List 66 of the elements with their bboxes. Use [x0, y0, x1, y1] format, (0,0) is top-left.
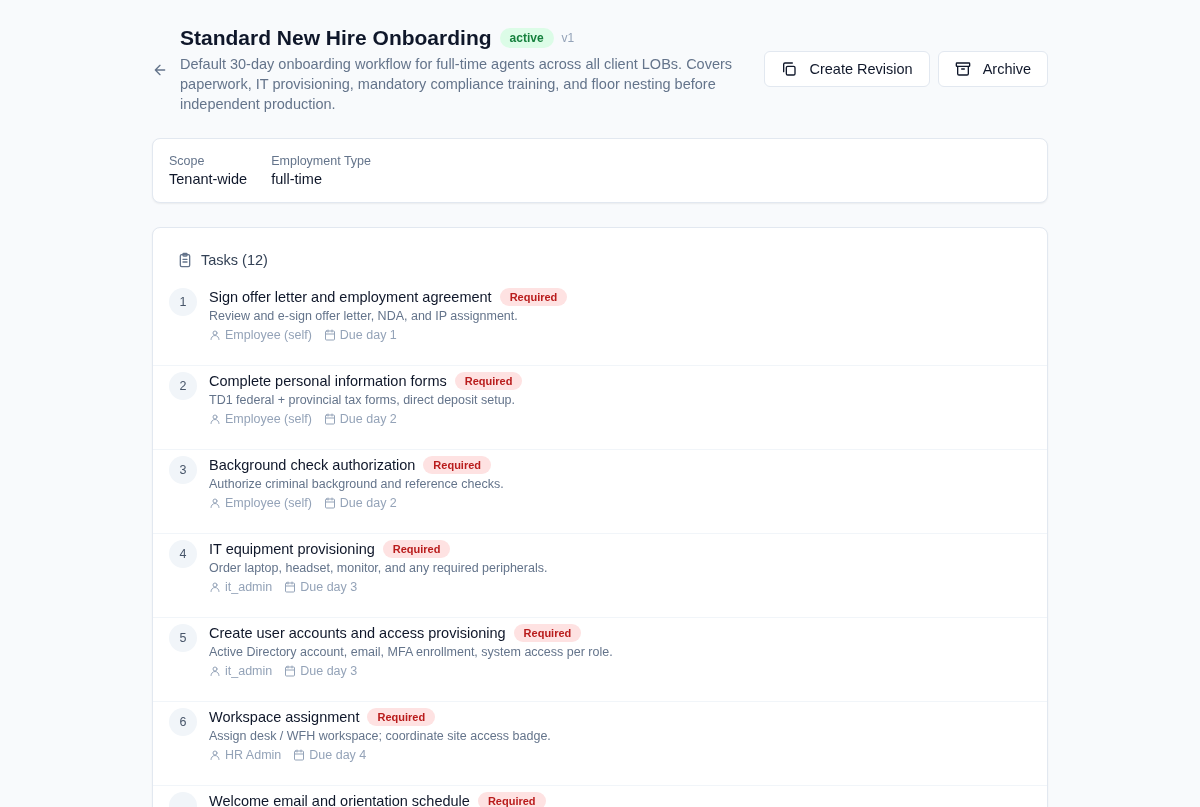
task-title: Workspace assignment [209, 709, 360, 725]
task-number: 2 [169, 372, 197, 400]
person-icon [209, 413, 221, 425]
archive-icon [954, 61, 971, 77]
person-icon [209, 329, 221, 341]
task-number: 6 [169, 708, 197, 736]
task-assignee: it_admin [225, 664, 273, 678]
task-description: TD1 federal + provincial tax forms, direct deposit setup. [209, 393, 517, 407]
required-badge: Required [423, 456, 492, 474]
task-description: Review and e-sign offer letter, NDA, and IP assignment. [209, 309, 519, 323]
task-number: 4 [169, 540, 197, 568]
task-due: Due day 4 [309, 748, 367, 762]
back-button[interactable] [152, 62, 168, 78]
required-badge: Required [454, 372, 523, 390]
required-badge: Required [367, 708, 436, 726]
calendar-icon [284, 581, 297, 593]
calendar-icon [284, 665, 297, 677]
task-description: Assign desk / WFH workspace; coordinate site access badge. [209, 729, 551, 743]
task-assignee: it_admin [225, 580, 273, 594]
create-revision-button[interactable]: Create Revision [764, 51, 930, 87]
status-badge: active [499, 28, 554, 48]
task-number: 5 [169, 624, 197, 652]
person-icon [209, 497, 221, 509]
task-due: Due day 2 [339, 412, 397, 426]
page-title: Standard New Hire Onboarding [180, 26, 492, 50]
tasks-heading: Tasks (12) [201, 252, 268, 268]
archive-button[interactable]: Archive [937, 51, 1048, 87]
copy-icon [781, 61, 798, 77]
task-due: Due day 3 [300, 580, 358, 594]
back-arrow-icon [152, 62, 168, 78]
detail-label: Employment Type [271, 154, 371, 168]
task-due: Due day 2 [339, 496, 397, 510]
person-icon [209, 749, 221, 761]
task-assignee: Employee (self) [225, 496, 312, 510]
person-icon [209, 581, 221, 593]
task-number: 3 [169, 456, 197, 484]
calendar-icon [323, 413, 336, 425]
task-description: Active Directory account, email, MFA enrollment, system access per role. [209, 645, 613, 659]
required-badge: Required [477, 792, 546, 807]
task-description: Authorize criminal background and reference checks. [209, 477, 504, 491]
task-title: Create user accounts and access provisioning [209, 625, 506, 641]
calendar-icon [323, 329, 336, 341]
task-number: 1 [169, 288, 197, 316]
calendar-icon [323, 497, 336, 509]
task-title: IT equipment provisioning [209, 541, 375, 557]
required-badge: Required [382, 540, 451, 558]
task-due: Due day 1 [339, 328, 397, 342]
required-badge: Required [513, 624, 582, 642]
workflow-description: Default 30-day onboarding workflow for full-time agents across all client LOBs. Covers paperwork, IT provisioning, mandatory compliance training, and floor nesting before independent production. [180, 55, 734, 114]
task-title: Welcome email and orientation schedule [209, 793, 470, 807]
detail-label: Scope [169, 154, 206, 168]
task-assignee: HR Admin [225, 748, 282, 762]
version-label: v1 [561, 31, 575, 45]
detail-value: Tenant-wide [169, 171, 248, 187]
detail-value: full-time [271, 171, 323, 187]
task-title: Complete personal information forms [209, 373, 447, 389]
task-due: Due day 3 [300, 664, 358, 678]
task-title: Background check authorization [209, 457, 416, 473]
clipboard-icon [177, 252, 193, 268]
calendar-icon [293, 749, 306, 761]
person-icon [209, 665, 221, 677]
task-assignee: Employee (self) [225, 328, 312, 342]
required-badge: Required [499, 288, 568, 306]
task-assignee: Employee (self) [225, 412, 312, 426]
task-description: Order laptop, headset, monitor, and any required peripherals. [209, 561, 548, 575]
task-title: Sign offer letter and employment agreement [209, 289, 492, 305]
